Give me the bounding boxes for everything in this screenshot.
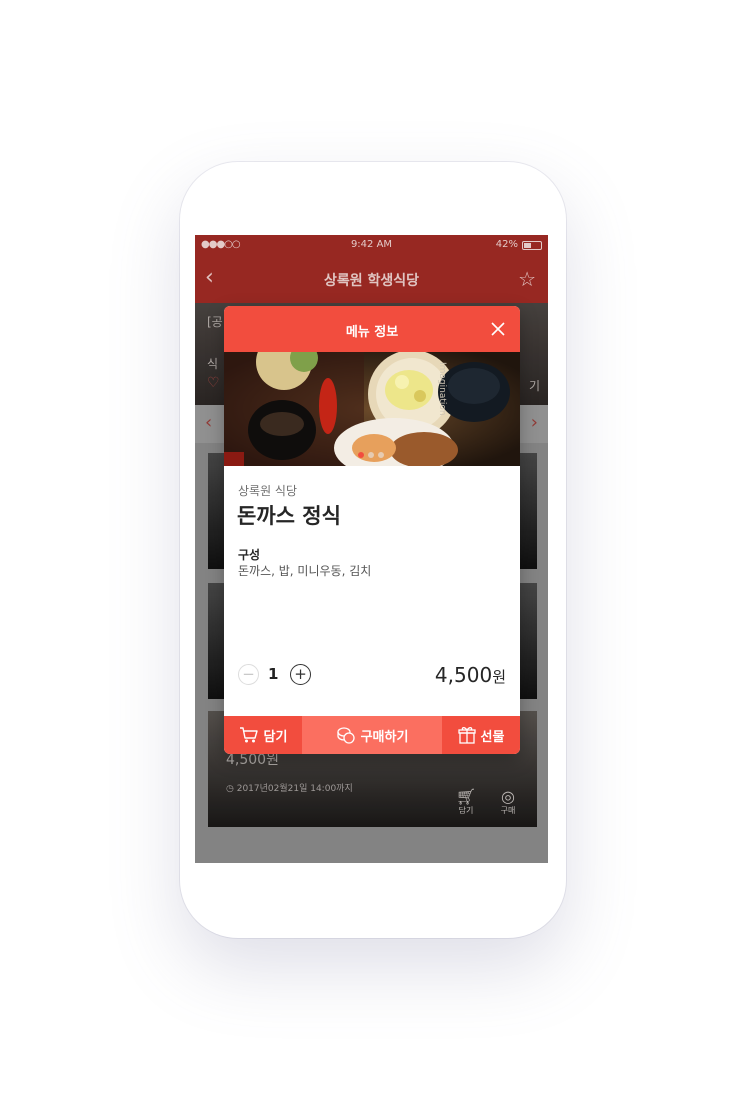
composition-label: 구성 [238, 548, 261, 562]
modal-title: 메뉴 정보 [345, 325, 399, 340]
quantity-value: 1 [268, 665, 279, 683]
carousel-dot[interactable] [378, 452, 384, 458]
composition-items: 돈까스, 밥, 미니우동, 김치 [238, 564, 372, 578]
increase-button[interactable]: + [290, 664, 311, 685]
buy-label: 구매하기 [360, 729, 409, 745]
price: 4,500원 [435, 663, 506, 687]
price-unit: 원 [492, 668, 506, 686]
gift-label: 선물 [480, 729, 505, 745]
mockup-stage: ●●●○○ 9:42 AM 42% ‹ 상록원 학생식당 ☆ [공 식 ♡ 기 … [0, 0, 738, 1101]
price-number: 4,500 [434, 663, 493, 687]
food-photo-image: Imagination [224, 352, 520, 466]
carousel-dots [358, 452, 384, 458]
cart-icon [239, 726, 259, 744]
restaurant-name: 상록원 식당 [238, 484, 298, 498]
action-bar: 담기 구매하기 선물 [224, 716, 520, 754]
gift-icon [457, 726, 476, 744]
photo-watermark: Imagination [437, 362, 447, 416]
cart-label: 담기 [263, 729, 288, 745]
close-icon[interactable] [488, 319, 508, 339]
menu-info-modal: 메뉴 정보 Imagination 상록원 식당 돈까스 정식 구성 돈까스, … [224, 306, 520, 754]
carousel-dot[interactable] [368, 452, 374, 458]
buy-button[interactable]: 구매하기 [302, 716, 442, 754]
gift-button[interactable]: 선물 [442, 716, 520, 754]
modal-header: 메뉴 정보 [224, 306, 520, 352]
decrease-button[interactable]: − [238, 664, 259, 685]
carousel-dot[interactable] [358, 452, 364, 458]
menu-photo[interactable]: Imagination [224, 352, 520, 466]
menu-name: 돈까스 정식 [237, 504, 341, 528]
cart-button[interactable]: 담기 [224, 716, 302, 754]
coin-icon [336, 726, 356, 744]
